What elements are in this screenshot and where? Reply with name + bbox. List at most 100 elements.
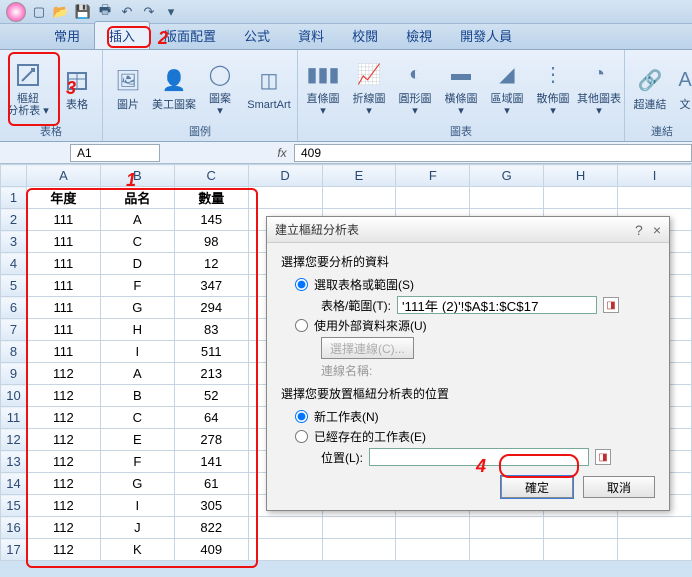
cell[interactable]: 64: [174, 407, 248, 429]
cell[interactable]: [470, 517, 544, 539]
hbar-chart-button[interactable]: ▬橫條圖▾: [440, 59, 482, 117]
scatter-chart-button[interactable]: ⋮散佈圖▾: [532, 59, 574, 117]
cell[interactable]: 111: [26, 275, 100, 297]
clipart-button[interactable]: 👤美工圖案: [153, 65, 195, 111]
picture-button[interactable]: 🖼圖片: [107, 65, 149, 111]
cell[interactable]: 98: [174, 231, 248, 253]
cell[interactable]: G: [100, 473, 174, 495]
col-header[interactable]: I: [618, 165, 692, 187]
cell[interactable]: 141: [174, 451, 248, 473]
qat-save-icon[interactable]: 💾: [74, 3, 92, 21]
cell[interactable]: 112: [26, 363, 100, 385]
cell[interactable]: J: [100, 517, 174, 539]
cell[interactable]: 111: [26, 341, 100, 363]
row-header[interactable]: 7: [1, 319, 27, 341]
cell[interactable]: F: [100, 275, 174, 297]
cell[interactable]: D: [100, 253, 174, 275]
cell[interactable]: 111: [26, 297, 100, 319]
cell[interactable]: 52: [174, 385, 248, 407]
row-header[interactable]: 11: [1, 407, 27, 429]
cell[interactable]: 112: [26, 407, 100, 429]
help-icon[interactable]: ?: [635, 222, 643, 238]
smartart-button[interactable]: ◫SmartArt: [245, 65, 293, 111]
row-header[interactable]: 16: [1, 517, 27, 539]
cell[interactable]: 112: [26, 385, 100, 407]
cell[interactable]: [322, 187, 396, 209]
cell[interactable]: [322, 517, 396, 539]
cell[interactable]: G: [100, 297, 174, 319]
cell[interactable]: [396, 539, 470, 561]
cell[interactable]: [322, 539, 396, 561]
cell[interactable]: A: [100, 209, 174, 231]
cell[interactable]: 111: [26, 319, 100, 341]
cell[interactable]: [248, 187, 322, 209]
cell[interactable]: C: [100, 231, 174, 253]
cell[interactable]: A: [100, 363, 174, 385]
col-header[interactable]: C: [174, 165, 248, 187]
tab-developer[interactable]: 開發人員: [446, 22, 526, 49]
range-ref-icon[interactable]: ◨: [603, 297, 619, 313]
cell[interactable]: 112: [26, 539, 100, 561]
cell[interactable]: C: [100, 407, 174, 429]
cell[interactable]: 347: [174, 275, 248, 297]
pivot-table-button[interactable]: 樞紐分析表 ▾: [4, 59, 52, 117]
radio-select-range[interactable]: [295, 278, 308, 291]
col-header[interactable]: B: [100, 165, 174, 187]
cell[interactable]: [470, 187, 544, 209]
office-button[interactable]: [6, 2, 26, 22]
cell[interactable]: 112: [26, 495, 100, 517]
cell[interactable]: 111: [26, 209, 100, 231]
cell[interactable]: 112: [26, 517, 100, 539]
row-header[interactable]: 9: [1, 363, 27, 385]
cell[interactable]: 278: [174, 429, 248, 451]
text-button[interactable]: A文: [675, 65, 692, 111]
cell[interactable]: [544, 517, 618, 539]
cell[interactable]: [618, 187, 692, 209]
cell[interactable]: 294: [174, 297, 248, 319]
cell[interactable]: 145: [174, 209, 248, 231]
formula-input[interactable]: 409: [294, 144, 692, 162]
shapes-button[interactable]: ◯圖案▾: [199, 59, 241, 117]
row-header[interactable]: 13: [1, 451, 27, 473]
location-ref-icon[interactable]: ◨: [595, 449, 611, 465]
table-button[interactable]: 表格: [56, 65, 98, 111]
cell[interactable]: 511: [174, 341, 248, 363]
fx-label[interactable]: fx: [270, 146, 294, 160]
cell[interactable]: 111: [26, 253, 100, 275]
cell[interactable]: 112: [26, 451, 100, 473]
row-header[interactable]: 8: [1, 341, 27, 363]
row-header[interactable]: 2: [1, 209, 27, 231]
hyperlink-button[interactable]: 🔗超連結: [629, 65, 671, 111]
tab-home[interactable]: 常用: [40, 22, 94, 49]
radio-existing-sheet[interactable]: [295, 430, 308, 443]
cell[interactable]: [396, 187, 470, 209]
data-header-cell[interactable]: 品名: [100, 187, 174, 209]
tab-review[interactable]: 校閱: [338, 22, 392, 49]
qat-redo-icon[interactable]: ↷: [140, 3, 158, 21]
row-header[interactable]: 14: [1, 473, 27, 495]
range-input[interactable]: [397, 296, 597, 314]
pie-chart-button[interactable]: ◐圓形圖▾: [394, 59, 436, 117]
tab-view[interactable]: 檢視: [392, 22, 446, 49]
cell[interactable]: I: [100, 495, 174, 517]
ok-button[interactable]: 確定: [501, 476, 573, 498]
cell[interactable]: 822: [174, 517, 248, 539]
cell[interactable]: [618, 539, 692, 561]
cell[interactable]: 12: [174, 253, 248, 275]
cell[interactable]: 305: [174, 495, 248, 517]
select-all-corner[interactable]: [1, 165, 27, 187]
qat-print-icon[interactable]: 🖶: [96, 3, 114, 21]
cell[interactable]: [248, 539, 322, 561]
cell[interactable]: 111: [26, 231, 100, 253]
cell[interactable]: F: [100, 451, 174, 473]
qat-undo-icon[interactable]: ↶: [118, 3, 136, 21]
row-header[interactable]: 3: [1, 231, 27, 253]
cell[interactable]: 112: [26, 473, 100, 495]
area-chart-button[interactable]: ◢區域圖▾: [486, 59, 528, 117]
cell[interactable]: B: [100, 385, 174, 407]
col-header[interactable]: F: [396, 165, 470, 187]
tab-data[interactable]: 資料: [284, 22, 338, 49]
cell[interactable]: I: [100, 341, 174, 363]
line-chart-button[interactable]: 📈折線圖▾: [348, 59, 390, 117]
row-header[interactable]: 6: [1, 297, 27, 319]
